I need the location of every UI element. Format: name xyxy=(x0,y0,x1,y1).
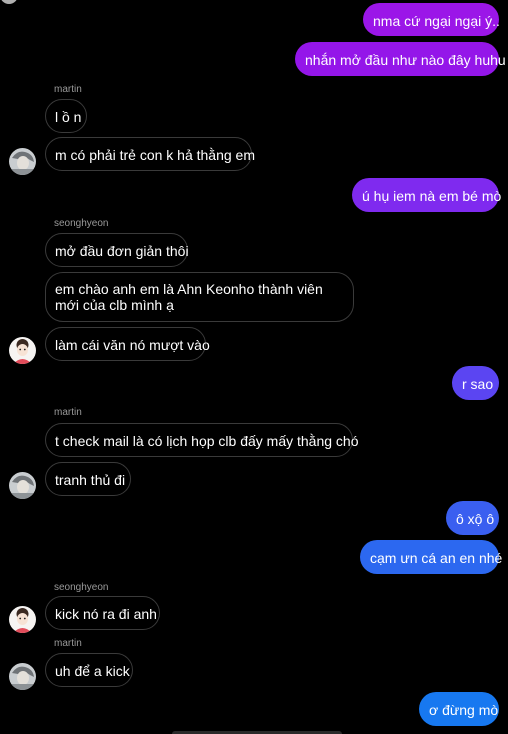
avatar-martin[interactable] xyxy=(9,663,36,690)
avatar-martin-image xyxy=(9,663,36,690)
message-incoming[interactable]: em chào anh em là Ahn Keonho thành viên … xyxy=(45,272,354,322)
avatar-seonghyeon-image xyxy=(9,337,36,364)
chat-thread: nma cứ ngại ngại ý.. nhắn mở đầu như nào… xyxy=(0,0,508,734)
sender-name: seonghyeon xyxy=(54,218,109,229)
sender-name: seonghyeon xyxy=(54,582,109,593)
avatar-martin[interactable] xyxy=(9,148,36,175)
avatar-martin-image xyxy=(9,472,36,499)
message-incoming[interactable]: làm cái văn nó mượt vào xyxy=(45,327,210,361)
sender-name: martin xyxy=(54,407,82,418)
message-outgoing[interactable]: cạm ưn cá an en nhé xyxy=(360,540,502,574)
sender-name: martin xyxy=(54,638,82,649)
message-outgoing[interactable]: ô xộ ô xyxy=(446,501,499,535)
message-incoming[interactable]: mở đầu đơn giản thôi xyxy=(45,233,189,267)
message-incoming[interactable]: m có phải trẻ con k hả thằng em xyxy=(45,137,255,171)
message-incoming[interactable]: uh để a kick xyxy=(45,653,133,687)
sender-name: martin xyxy=(54,84,82,95)
message-outgoing[interactable]: r sao xyxy=(452,366,499,400)
message-outgoing[interactable]: nma cứ ngại ngại ý.. xyxy=(363,3,500,36)
avatar-seonghyeon[interactable] xyxy=(9,337,36,364)
message-outgoing[interactable]: nhắn mở đầu như nào đây huhu xyxy=(295,42,506,76)
message-incoming[interactable]: l ồ n xyxy=(45,99,87,133)
message-outgoing[interactable]: ú hụ iem nà em bé mò xyxy=(352,178,501,212)
avatar-partial xyxy=(0,0,18,4)
avatar-martin-image xyxy=(9,148,36,175)
message-incoming[interactable]: tranh thủ đi xyxy=(45,462,131,496)
avatar-martin[interactable] xyxy=(9,472,36,499)
avatar-seonghyeon[interactable] xyxy=(9,606,36,633)
avatar-seonghyeon-image xyxy=(9,606,36,633)
message-outgoing[interactable]: ơ đừng mò xyxy=(419,692,499,726)
message-incoming[interactable]: t check mail là có lịch họp clb đấy mấy … xyxy=(45,423,359,457)
message-incoming[interactable]: kick nó ra đi anh xyxy=(45,596,160,630)
